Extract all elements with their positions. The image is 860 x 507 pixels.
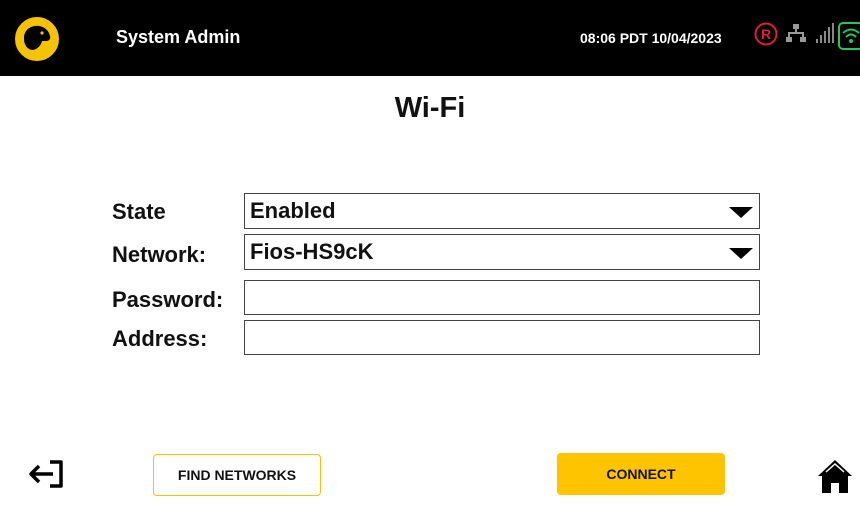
- network-label: Network:: [112, 242, 207, 267]
- network-select[interactable]: Fios-HS9cK: [244, 234, 760, 270]
- signal-bars-icon: [816, 23, 834, 43]
- chevron-down-icon: [729, 207, 753, 218]
- header-bar: System Admin 08:06 PDT 10/04/2023 R: [0, 0, 860, 76]
- find-networks-button[interactable]: FIND NETWORKS: [153, 454, 321, 496]
- svg-text:R: R: [761, 26, 771, 42]
- page-title: Wi-Fi: [394, 92, 466, 124]
- address-field-box: [244, 320, 760, 355]
- chevron-down-icon: [729, 248, 753, 259]
- logout-arrow-icon[interactable]: [28, 457, 68, 491]
- password-field[interactable]: [245, 281, 759, 314]
- registered-r-icon: R: [754, 22, 778, 46]
- state-label: State: [112, 199, 166, 224]
- dog-head-logo: [13, 15, 61, 63]
- network-select-value: Fios-HS9cK: [250, 239, 374, 264]
- wired-network-icon: [786, 24, 806, 42]
- state-select[interactable]: Enabled: [244, 193, 760, 229]
- address-label: Address:: [112, 326, 208, 351]
- date-time: 08:06 PDT 10/04/2023: [580, 30, 722, 46]
- home-icon[interactable]: [816, 457, 854, 495]
- connect-button[interactable]: CONNECT: [557, 453, 725, 495]
- password-field-box: [244, 280, 760, 315]
- wifi-icon: [838, 22, 860, 50]
- password-label: Password:: [112, 287, 224, 312]
- app-title: System Admin: [116, 27, 241, 47]
- address-field[interactable]: [245, 321, 759, 354]
- state-select-value: Enabled: [250, 198, 336, 223]
